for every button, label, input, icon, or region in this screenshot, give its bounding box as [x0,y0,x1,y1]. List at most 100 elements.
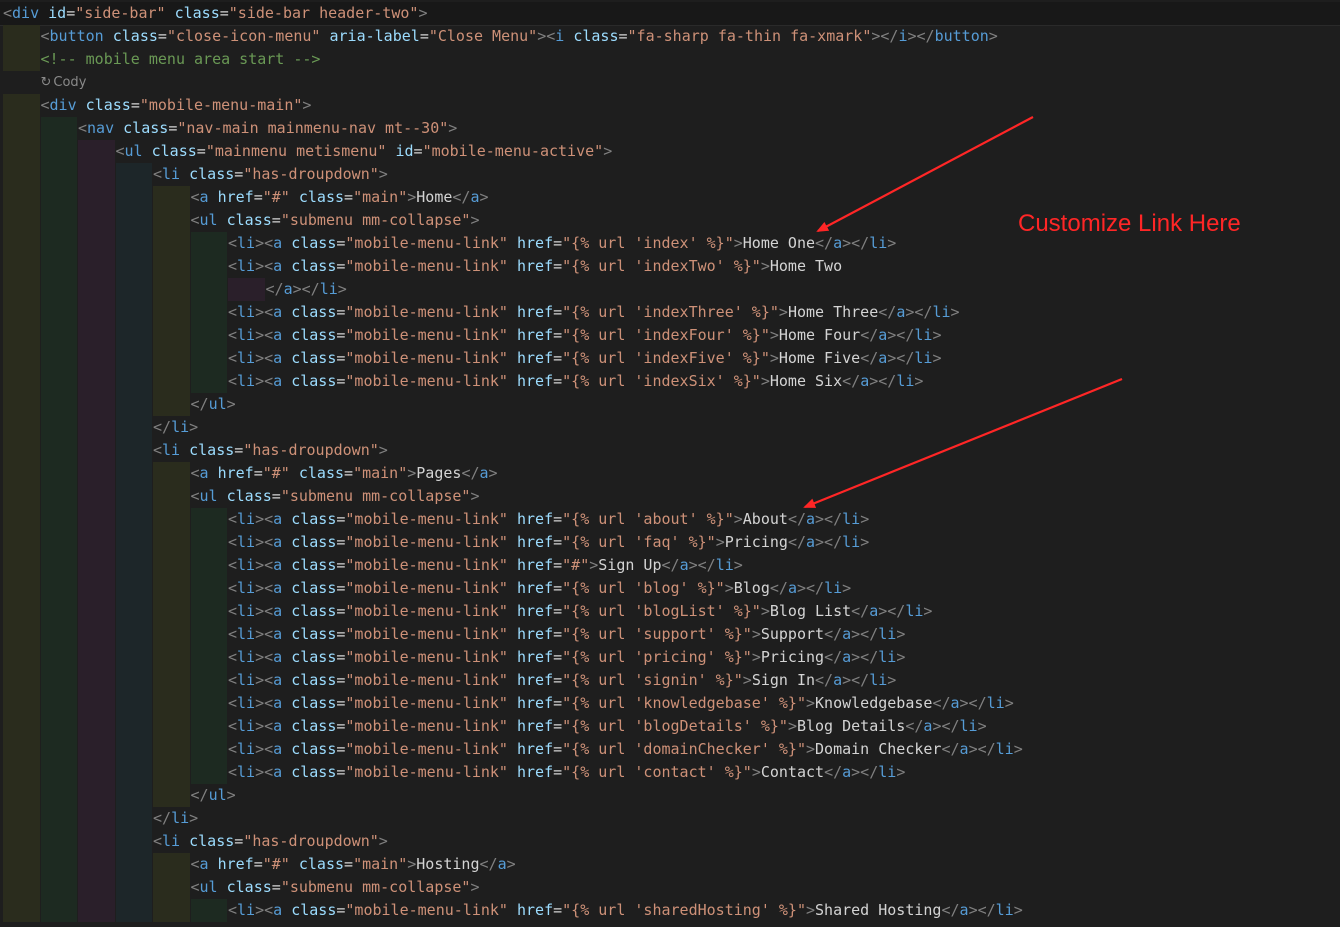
code-line[interactable]: <li><a class="mobile-menu-link" href="{%… [0,347,1340,370]
code-line[interactable]: </a></li> [0,278,1340,301]
code-token: > [537,27,547,45]
code-token: </ [851,602,870,620]
code-line[interactable]: <ul class="submenu mm-collapse"> [0,485,1340,508]
code-token: > [751,625,761,643]
code-line[interactable]: <li class="has-droupdown"> [0,163,1340,186]
code-line[interactable]: <div id="side-bar" class="side-bar heade… [0,2,1340,26]
code-line[interactable]: <button class="close-icon-menu" aria-lab… [0,25,1340,48]
code-token: href [517,234,554,252]
indent-guide [78,439,115,462]
code-line[interactable]: <li><a class="mobile-menu-link" href="{%… [0,715,1340,738]
code-token: li [878,625,897,643]
code-token: = [234,832,244,850]
code-token: = [234,441,244,459]
code-line[interactable]: <ul class="submenu mm-collapse"> [0,876,1340,899]
code-text: <li><a class="mobile-menu-link" href="{%… [228,669,896,692]
indent-guide [153,692,190,715]
code-token: >< [255,717,274,735]
indent-guide [190,324,227,347]
code-token: href [517,349,554,367]
code-token: >< [255,901,274,919]
code-token: > [896,648,906,666]
code-editor[interactable]: <div id="side-bar" class="side-bar heade… [0,0,1340,927]
code-token: "mobile-menu-link" [345,648,508,666]
code-line[interactable]: <li><a class="mobile-menu-link" href="{%… [0,531,1340,554]
code-line[interactable]: <div class="mobile-menu-main"> [0,94,1340,117]
code-token: a [860,372,870,390]
code-line[interactable]: <li><a class="mobile-menu-link" href="{%… [0,899,1340,922]
code-line[interactable]: <a href="#" class="main">Hosting</a> [0,853,1340,876]
code-line[interactable]: <li class="has-droupdown"> [0,439,1340,462]
indent-guide [78,692,115,715]
code-text: <li><a class="mobile-menu-link" href="{%… [228,255,842,278]
code-line[interactable]: </li> [0,807,1340,830]
indent-guide [153,232,190,255]
code-line[interactable]: <li><a class="mobile-menu-link" href="{%… [0,324,1340,347]
code-token: "#" [262,464,290,482]
codelens-author[interactable]: ↻ Cody [41,71,87,94]
code-line[interactable]: <li><a class="mobile-menu-link" href="{%… [0,623,1340,646]
indent-guide [40,761,77,784]
code-line[interactable]: <li><a class="mobile-menu-link" href="{%… [0,761,1340,784]
code-token: > [923,602,933,620]
code-token: ul [199,211,218,229]
indent-guide [190,577,227,600]
indent-guide [40,255,77,278]
code-token: a [679,556,689,574]
code-token: Contact [760,763,825,781]
code-line[interactable]: <li><a class="mobile-menu-link" href="{%… [0,692,1340,715]
indent-guide [115,853,152,876]
code-line[interactable]: <a href="#" class="main">Pages</a> [0,462,1340,485]
code-token: < [190,878,200,896]
code-token: a [833,234,843,252]
code-token: < [546,27,556,45]
code-line[interactable]: <li><a class="mobile-menu-link" href="{%… [0,646,1340,669]
code-token: Hosting [416,855,480,873]
code-token: > [418,4,428,22]
code-line[interactable]: </ul> [0,393,1340,416]
code-line[interactable]: <a href="#" class="main">Home</a> [0,186,1340,209]
code-line[interactable]: <li><a class="mobile-menu-link" href="{%… [0,508,1340,531]
indent-guide [153,715,190,738]
code-token: li [959,717,978,735]
indent-guide [78,531,115,554]
code-line[interactable]: <li><a class="mobile-menu-link" href="{%… [0,669,1340,692]
codelens-author-name: Cody [53,75,87,90]
code-line[interactable]: <li><a class="mobile-menu-link" href="{%… [0,600,1340,623]
indent-guide [40,623,77,646]
code-line[interactable]: <li class="has-droupdown"> [0,830,1340,853]
code-line[interactable]: <nav class="nav-main mainmenu-nav mt--30… [0,117,1340,140]
code-token: < [190,188,200,206]
code-token: class [291,602,337,620]
code-token: > [787,717,797,735]
code-line[interactable]: <li><a class="mobile-menu-link" href="{%… [0,301,1340,324]
code-line[interactable]: <!-- mobile menu area start --> [0,48,1340,71]
indent-guide [78,209,115,232]
code-line[interactable]: <li><a class="mobile-menu-link" href="{%… [0,577,1340,600]
code-line[interactable]: </li> [0,416,1340,439]
code-line[interactable]: </ul> [0,784,1340,807]
code-token: = [553,625,563,643]
code-token: > [769,349,779,367]
code-line[interactable]: ↻ Cody [0,71,1340,94]
code-line[interactable]: <li><a class="mobile-menu-link" href="#"… [0,554,1340,577]
code-token: li [237,763,256,781]
code-line[interactable]: <li><a class="mobile-menu-link" href="{%… [0,255,1340,278]
code-token: "#" [262,188,290,206]
code-token: "mobile-menu-link" [345,763,508,781]
code-token: li [905,602,924,620]
code-line[interactable]: <ul class="mainmenu metismenu" id="mobil… [0,140,1340,163]
indent-guide [78,830,115,853]
code-line[interactable]: <li><a class="mobile-menu-link" href="{%… [0,738,1340,761]
indent-guide [115,347,152,370]
code-line[interactable]: <li><a class="mobile-menu-link" href="{%… [0,370,1340,393]
indent-guide [153,531,190,554]
indent-guide [78,876,115,899]
indent-guide [78,163,115,186]
indent-guide [40,876,77,899]
code-token: li [869,671,888,689]
